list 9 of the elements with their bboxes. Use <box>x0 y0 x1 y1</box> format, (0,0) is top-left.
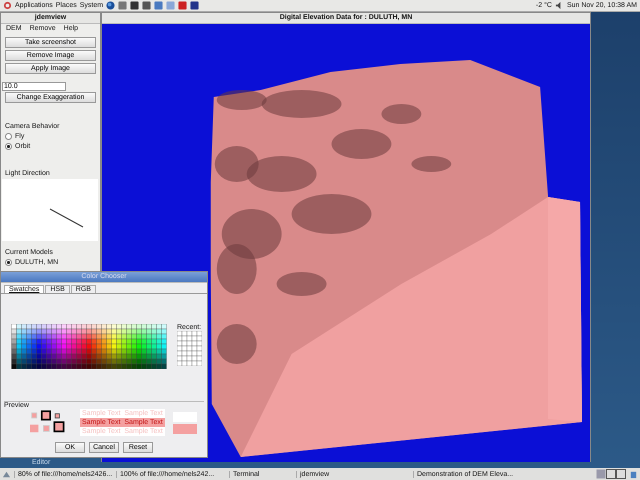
workspace-switcher[interactable] <box>596 469 626 479</box>
show-desktop-icon[interactable] <box>2 470 11 478</box>
radio-circle[interactable] <box>5 143 12 150</box>
radio-circle[interactable] <box>5 133 12 140</box>
preview-block <box>172 424 197 434</box>
globe-icon[interactable] <box>106 1 116 10</box>
radio-circle[interactable] <box>5 259 12 266</box>
trash-icon[interactable] <box>629 470 638 478</box>
recent-swatch-grid[interactable] <box>177 331 202 366</box>
